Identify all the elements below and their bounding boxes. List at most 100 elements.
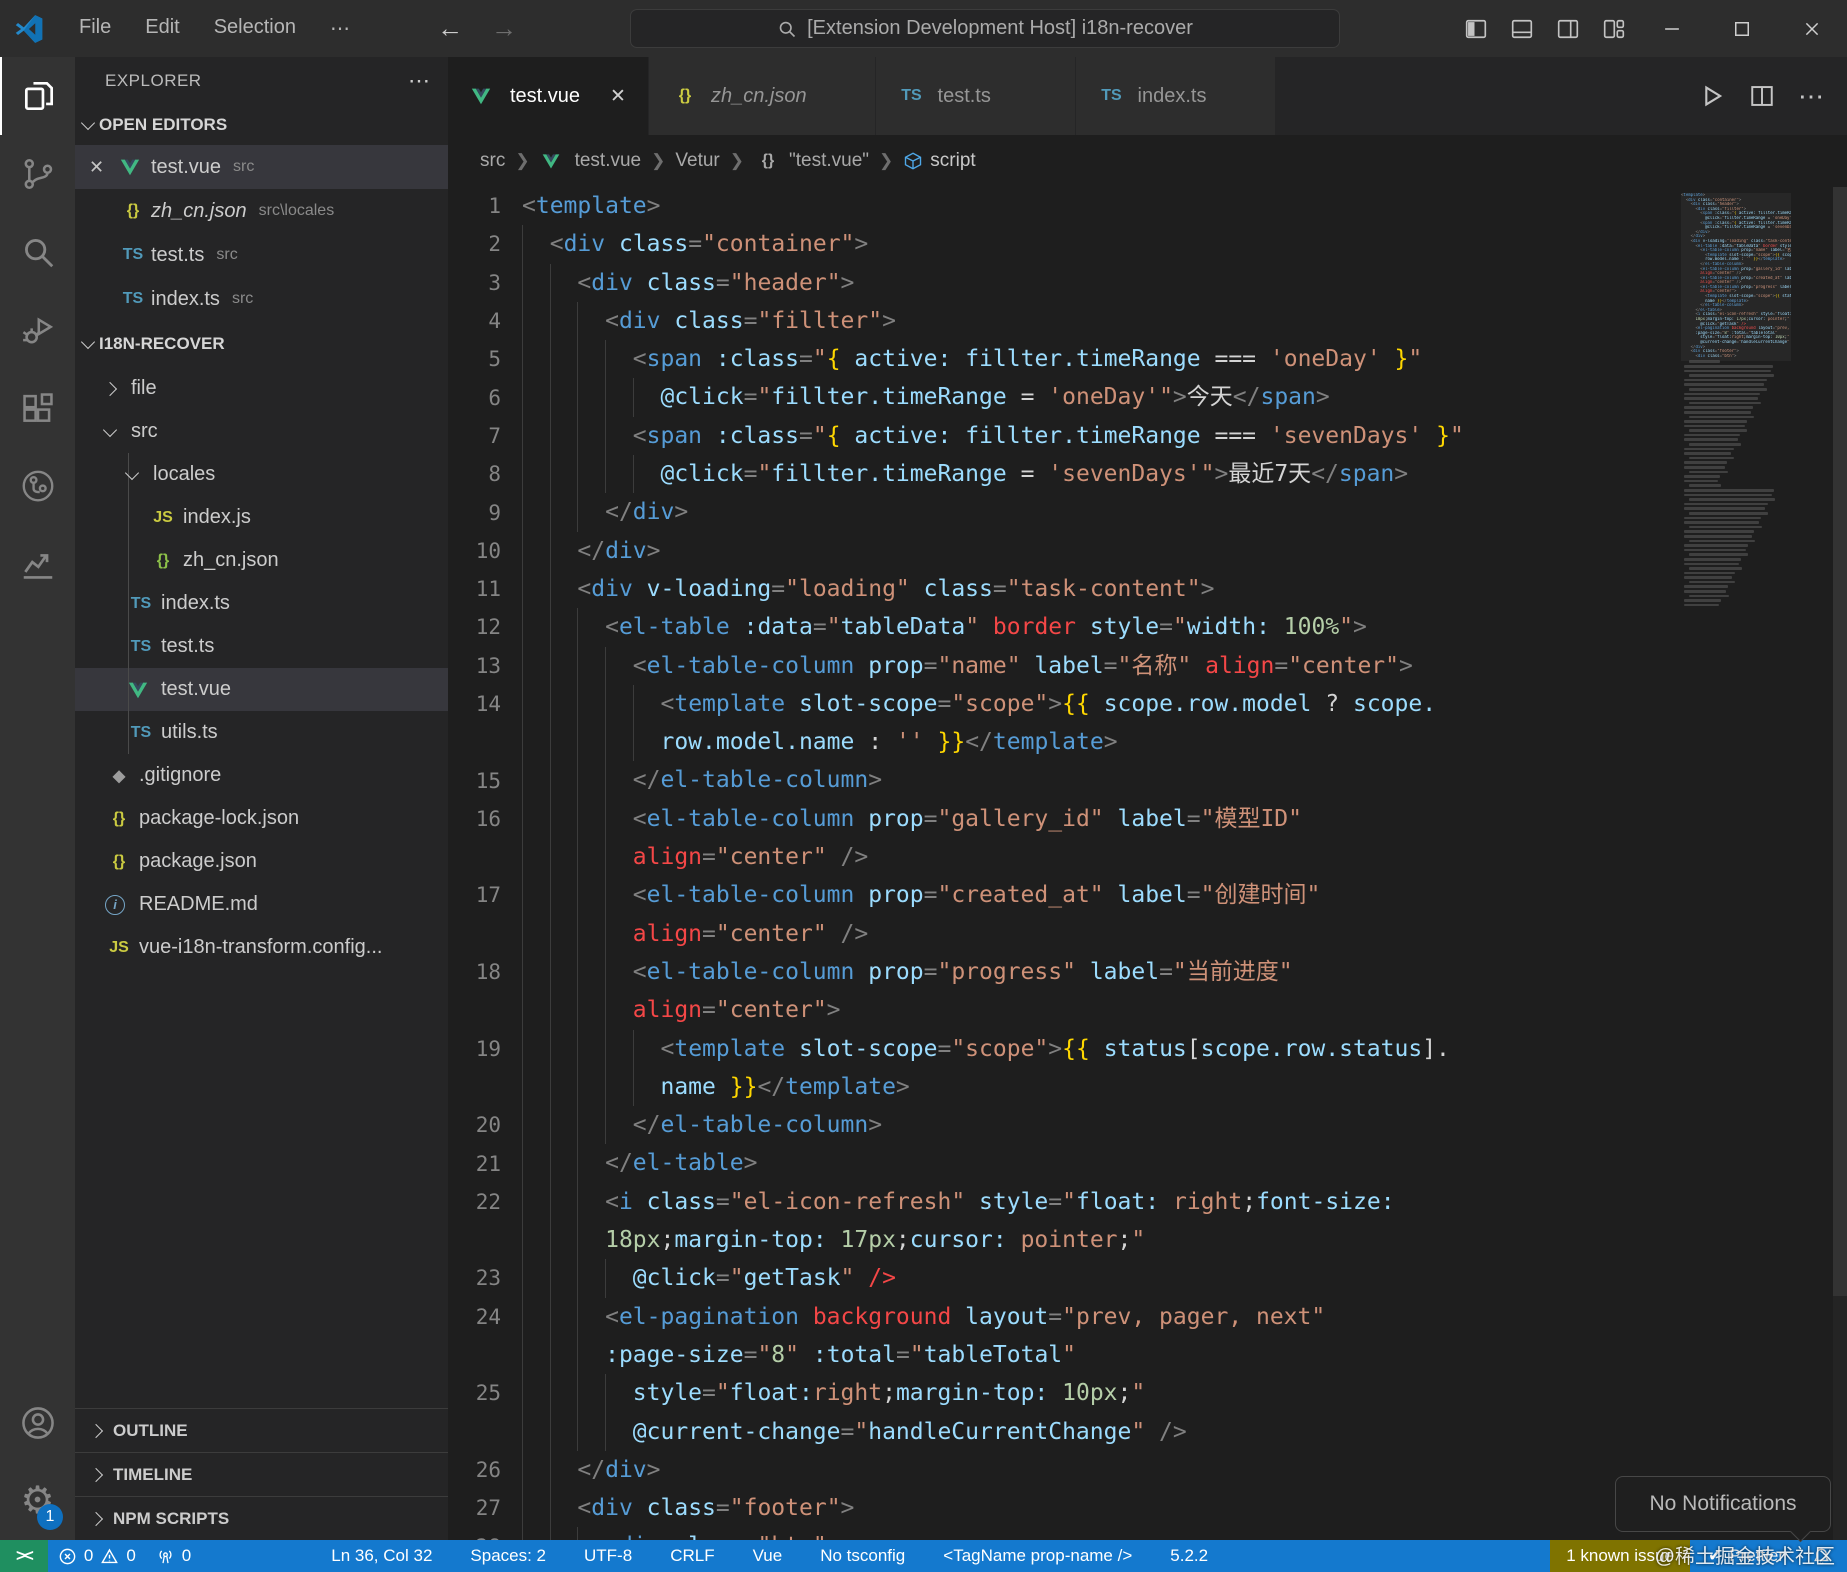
code-line-wrap[interactable]: @current-change="handleCurrentChange" /> [448,1413,1847,1451]
line-number[interactable]: 17 [448,883,522,907]
forward-arrow-icon[interactable]: → [491,13,517,44]
code-line-9[interactable]: 9 </div> [448,493,1847,531]
tab-test-ts[interactable]: TStest.ts✕ [876,57,1076,135]
code-line-4[interactable]: 4 <div class="fillter"> [448,302,1847,340]
tree-item-package-json[interactable]: {}package.json [75,840,448,883]
open-editors-section[interactable]: OPEN EDITORS [75,105,448,145]
problems-status[interactable]: 0 0 [48,1540,146,1572]
code-line-22[interactable]: 22 <i class="el-icon-refresh" style="flo… [448,1183,1847,1221]
code-line-5[interactable]: 5 <span :class="{ active: fillter.timeRa… [448,340,1847,378]
tree-item-index-js[interactable]: JSindex.js [75,496,448,539]
tab-index-ts[interactable]: TSindex.ts✕ [1076,57,1276,135]
code-line-8[interactable]: 8 @click="fillter.timeRange = 'sevenDays… [448,455,1847,493]
line-number[interactable]: 10 [448,539,522,563]
code-line-11[interactable]: 11 <div v-loading="loading" class="task-… [448,570,1847,608]
activity-search-icon[interactable] [0,213,75,291]
line-number[interactable]: 16 [448,807,522,831]
tree-item-test-vue[interactable]: test.vue [75,668,448,711]
activity-run-and-debug-icon[interactable] [0,291,75,369]
breadcrumb-script[interactable]: script [903,150,975,172]
activity-account-icon[interactable] [0,1384,75,1462]
code-line-17[interactable]: 17 <el-table-column prop="created_at" la… [448,876,1847,914]
line-number[interactable]: 27 [448,1496,522,1520]
code-line-3[interactable]: 3 <div class="header"> [448,264,1847,302]
maximize-icon[interactable] [1707,0,1777,57]
line-number[interactable]: 3 [448,271,522,295]
line-number[interactable]: 8 [448,462,522,486]
vertical-scrollbar[interactable] [1833,187,1847,1540]
command-center-search[interactable]: [Extension Development Host] i18n-recove… [630,9,1340,48]
code-line-25[interactable]: 25 style="float:right;margin-top: 10px;" [448,1374,1847,1412]
line-number[interactable]: 12 [448,615,522,639]
code-line-21[interactable]: 21 </el-table> [448,1144,1847,1182]
code-line-24[interactable]: 24 <el-pagination background layout="pre… [448,1298,1847,1336]
section-timeline[interactable]: TIMELINE [75,1452,448,1496]
remote-indicator[interactable]: >< [0,1540,48,1572]
tree-item-vue-i18n-transform-config[interactable]: JSvue-i18n-transform.config... [75,926,448,969]
menu-item-[interactable]: ⋯ [313,16,367,41]
tree-item-readme-md[interactable]: iREADME.md [75,883,448,926]
breadcrumb-test-vue[interactable]: {}"test.vue" [754,150,869,172]
tree-item-locales[interactable]: locales [75,453,448,496]
open-editor-test-vue[interactable]: ✕test.vuesrc [75,145,448,189]
status-tagname-prop-name[interactable]: <TagName prop-name /> [933,1540,1142,1572]
code-line-18[interactable]: 18 <el-table-column prop="progress" labe… [448,953,1847,991]
line-number[interactable]: 1 [448,194,522,218]
run-button[interactable] [1691,75,1733,117]
code-line-wrap[interactable]: 18px;margin-top: 17px;cursor: pointer;" [448,1221,1847,1259]
line-number[interactable]: 14 [448,692,522,716]
breadcrumb-src[interactable]: src [480,150,505,172]
activity-extensions-icon[interactable] [0,369,75,447]
toggle-secondary-sidebar-icon[interactable] [1545,0,1591,57]
tree-item-package-lock-json[interactable]: {}package-lock.json [75,797,448,840]
tree-item-utils-ts[interactable]: TSutils.ts [75,711,448,754]
section-npm-scripts[interactable]: NPM SCRIPTS [75,1496,448,1540]
close-tab-icon[interactable]: ✕ [610,85,626,108]
code-line-wrap[interactable]: align="center"> [448,991,1847,1029]
status-crlf[interactable]: CRLF [660,1540,724,1572]
tab-zh-cn-json[interactable]: {}zh_cn.json✕ [649,57,876,135]
status-utf-8[interactable]: UTF-8 [574,1540,642,1572]
line-number[interactable]: 15 [448,769,522,793]
tree-item-src[interactable]: src [75,410,448,453]
views-more-actions-icon[interactable]: ⋯ [408,68,432,94]
close-icon[interactable] [1777,0,1847,57]
code-line-14[interactable]: 14 <template slot-scope="scope">{{ scope… [448,685,1847,723]
line-number[interactable]: 19 [448,1037,522,1061]
activity-stats-icon[interactable] [0,525,75,603]
activity-gitlens-icon[interactable] [0,447,75,525]
line-number[interactable]: 20 [448,1113,522,1137]
line-number[interactable]: 18 [448,960,522,984]
activity-settings-gear-icon[interactable]: ⚙1 [0,1462,75,1540]
ports-status[interactable]: 0 [146,1540,201,1572]
toggle-panel-icon[interactable] [1499,0,1545,57]
section-outline[interactable]: OUTLINE [75,1408,448,1452]
customize-layout-icon[interactable] [1591,0,1637,57]
minimize-icon[interactable] [1637,0,1707,57]
code-line-wrap[interactable]: align="center" /> [448,915,1847,953]
status-spaces-2[interactable]: Spaces: 2 [460,1540,556,1572]
tree-item-index-ts[interactable]: TSindex.ts [75,582,448,625]
code-line-10[interactable]: 10 </div> [448,532,1847,570]
breadcrumb-vetur[interactable]: Vetur [675,150,719,172]
code-line-13[interactable]: 13 <el-table-column prop="name" label="名… [448,647,1847,685]
minimap[interactable]: <template> <div class="container"> <div … [1681,193,1791,608]
line-number[interactable]: 6 [448,386,522,410]
status-ln-36-col-32[interactable]: Ln 36, Col 32 [321,1540,442,1572]
tree-item-gitignore[interactable]: ◆.gitignore [75,754,448,797]
code-line-wrap[interactable]: :page-size="8" :total="tableTotal" [448,1336,1847,1374]
tree-item-zh-cn-json[interactable]: {}zh_cn.json [75,539,448,582]
line-number[interactable]: 24 [448,1305,522,1329]
line-number[interactable]: 22 [448,1190,522,1214]
close-editor-icon[interactable]: ✕ [89,157,119,178]
code-line-1[interactable]: 1<template> [448,187,1847,225]
menu-item-edit[interactable]: Edit [128,16,196,39]
project-section[interactable]: I18N-RECOVER [75,321,448,367]
line-number[interactable]: 7 [448,424,522,448]
status-vue[interactable]: Vue [743,1540,793,1572]
code-editor[interactable]: 1<template>2 <div class="container">3 <d… [448,187,1847,1540]
activity-explorer-icon[interactable] [0,57,75,135]
line-number[interactable]: 21 [448,1152,522,1176]
back-arrow-icon[interactable]: ← [437,13,463,44]
code-line-15[interactable]: 15 </el-table-column> [448,761,1847,799]
